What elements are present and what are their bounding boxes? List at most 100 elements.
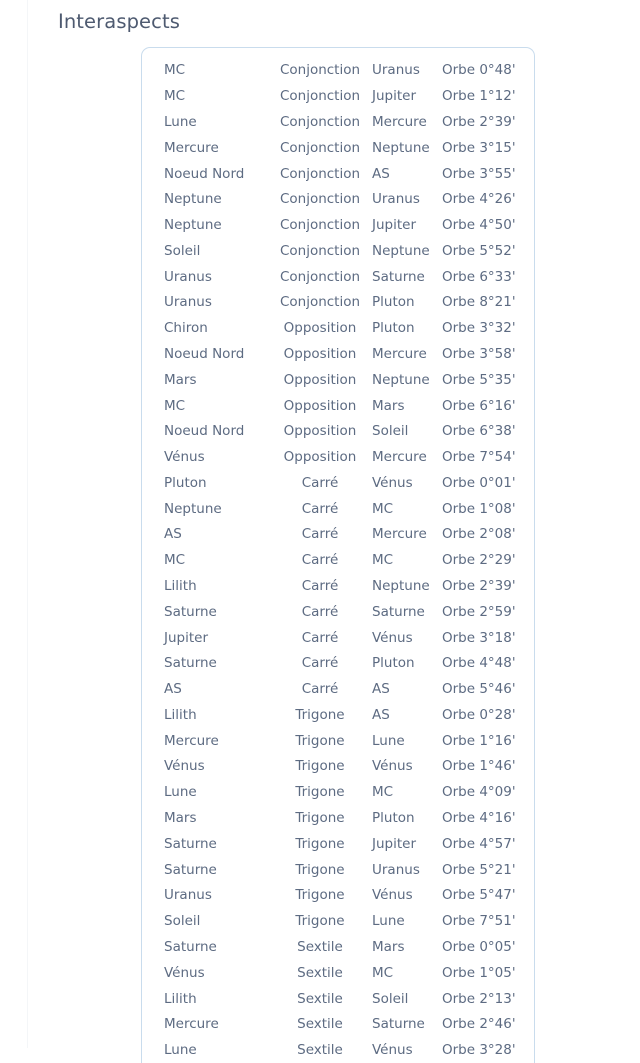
aspect-type-cell: Trigone (295, 706, 345, 723)
aspect-body2-cell: Mars (372, 938, 405, 955)
aspect-orb-cell: Orbe 4°48' (442, 655, 516, 672)
aspect-body1-cell: Soleil (164, 913, 201, 930)
aspect-body1-cell: Mercure (164, 1016, 219, 1033)
aspect-body2-cell: Mars (372, 397, 405, 414)
aspect-body2-cell: Jupiter (372, 88, 417, 105)
aspect-type-cell: Carré (301, 474, 339, 491)
page-root: Interaspects MC Conjonction Uranus Orbe 0°4… (0, 0, 640, 1063)
aspect-orb-cell: Orbe 5°52' (442, 242, 516, 259)
aspect-type-cell: Conjonction (279, 268, 361, 285)
aspect-type-cell: Conjonction (279, 294, 361, 311)
interaspects-table: MC Conjonction Uranus Orbe 0°48' MC Conjoncti… (142, 58, 538, 1063)
aspect-body2-cell: Lune (372, 732, 405, 749)
aspect-type-cell: Carré (301, 578, 339, 595)
aspect-type-cell: Sextile (297, 964, 343, 981)
aspect-body1-cell: MC (164, 88, 186, 105)
aspect-orb-cell: Orbe 2°29' (442, 552, 516, 569)
aspect-type-cell: Trigone (295, 887, 345, 904)
aspect-type-cell: Conjonction (279, 62, 361, 79)
aspect-body2-cell: Lune (372, 913, 405, 930)
aspect-orb-cell: Orbe 3°28' (442, 1042, 516, 1059)
table-row: Neptune Carré MC Orbe 1°08' (142, 496, 538, 522)
table-row: Mercure Trigone Lune Orbe 1°16' (142, 728, 538, 754)
table-row: Mars Opposition Neptune Orbe 5°35' (142, 367, 538, 393)
table-row: MC Carré MC Orbe 2°29' (142, 548, 538, 574)
page-title: Interaspects (58, 10, 180, 33)
aspect-type-cell: Carré (301, 603, 339, 620)
table-row: Lune Conjonction Mercure Orbe 2°39' (142, 110, 538, 136)
aspect-body1-cell: Mercure (164, 139, 219, 156)
aspect-body2-cell: MC (372, 552, 394, 569)
aspect-orb-cell: Orbe 6°16' (442, 397, 516, 414)
aspect-orb-cell: Orbe 5°21' (442, 861, 516, 878)
aspect-orb-cell: Orbe 3°15' (442, 139, 516, 156)
aspect-body1-cell: Vénus (164, 964, 205, 981)
table-row: Noeud Nord Conjonction AS Orbe 3°55' (142, 161, 538, 187)
aspect-type-cell: Carré (301, 629, 339, 646)
aspect-body1-cell: MC (164, 62, 186, 79)
table-row: Lune Trigone MC Orbe 4°09' (142, 780, 538, 806)
aspect-body1-cell: MC (164, 552, 186, 569)
aspect-body2-cell: Pluton (372, 655, 415, 672)
table-row: Noeud Nord Opposition Mercure Orbe 3°58' (142, 342, 538, 368)
aspect-type-cell: Sextile (297, 938, 343, 955)
aspect-body1-cell: Soleil (164, 242, 201, 259)
aspect-orb-cell: Orbe 6°33' (442, 268, 516, 285)
aspect-orb-cell: Orbe 2°08' (442, 526, 516, 543)
aspect-body1-cell: Noeud Nord (164, 423, 245, 440)
aspect-type-cell: Opposition (283, 423, 357, 440)
aspect-body2-cell: Pluton (372, 810, 415, 827)
aspect-orb-cell: Orbe 1°16' (442, 732, 516, 749)
aspect-body1-cell: Vénus (164, 449, 205, 466)
aspect-body1-cell: Lune (164, 113, 197, 130)
aspect-type-cell: Opposition (283, 449, 357, 466)
aspect-body2-cell: Soleil (372, 423, 409, 440)
aspect-body2-cell: Jupiter (372, 835, 417, 852)
aspect-body1-cell: Saturne (164, 603, 217, 620)
aspect-body1-cell: Neptune (164, 217, 222, 234)
table-row: Saturne Carré Saturne Orbe 2°59' (142, 599, 538, 625)
table-row: Pluton Carré Vénus Orbe 0°01' (142, 471, 538, 497)
aspect-body1-cell: Jupiter (164, 629, 209, 646)
aspect-body1-cell: Noeud Nord (164, 345, 245, 362)
aspect-body2-cell: Mercure (372, 526, 427, 543)
table-row: Jupiter Carré Vénus Orbe 3°18' (142, 625, 538, 651)
aspect-body2-cell: MC (372, 500, 394, 517)
aspect-type-cell: Conjonction (279, 113, 361, 130)
table-row: Vénus Opposition Mercure Orbe 7°54' (142, 445, 538, 471)
aspect-body2-cell: Pluton (372, 320, 415, 337)
aspect-orb-cell: Orbe 0°28' (442, 706, 516, 723)
aspect-orb-cell: Orbe 4°50' (442, 217, 516, 234)
aspect-body1-cell: Mars (164, 371, 197, 388)
interaspects-card: MC Conjonction Uranus Orbe 0°48' MC Conjoncti… (141, 47, 535, 1063)
aspect-type-cell: Sextile (297, 990, 343, 1007)
table-row: Neptune Conjonction Jupiter Orbe 4°50' (142, 213, 538, 239)
aspect-type-cell: Trigone (295, 784, 345, 801)
aspect-type-cell: Carré (301, 526, 339, 543)
aspect-body2-cell: Saturne (372, 603, 425, 620)
table-row: Lilith Trigone AS Orbe 0°28' (142, 703, 538, 729)
aspect-type-cell: Trigone (295, 913, 345, 930)
aspect-body1-cell: MC (164, 397, 186, 414)
aspect-orb-cell: Orbe 0°01' (442, 474, 516, 491)
aspect-body2-cell: AS (372, 681, 390, 698)
aspect-body2-cell: Mercure (372, 113, 427, 130)
aspect-body2-cell: Mercure (372, 449, 427, 466)
aspect-body2-cell: Jupiter (372, 217, 417, 234)
aspect-orb-cell: Orbe 7°54' (442, 449, 516, 466)
aspect-orb-cell: Orbe 4°09' (442, 784, 516, 801)
table-row: Chiron Opposition Pluton Orbe 3°32' (142, 316, 538, 342)
aspect-body2-cell: AS (372, 706, 390, 723)
aspect-body2-cell: Saturne (372, 1016, 425, 1033)
aspect-type-cell: Sextile (297, 1042, 343, 1059)
aspect-type-cell: Conjonction (279, 242, 361, 259)
aspect-orb-cell: Orbe 2°46' (442, 1016, 516, 1033)
aspect-body1-cell: Lilith (164, 578, 197, 595)
aspect-orb-cell: Orbe 5°46' (442, 681, 516, 698)
aspect-type-cell: Carré (301, 500, 339, 517)
aspect-type-cell: Conjonction (279, 191, 361, 208)
aspect-body1-cell: Noeud Nord (164, 165, 245, 182)
aspect-orb-cell: Orbe 2°13' (442, 990, 516, 1007)
table-row: Saturne Trigone Jupiter Orbe 4°57' (142, 831, 538, 857)
aspect-body2-cell: Pluton (372, 294, 415, 311)
